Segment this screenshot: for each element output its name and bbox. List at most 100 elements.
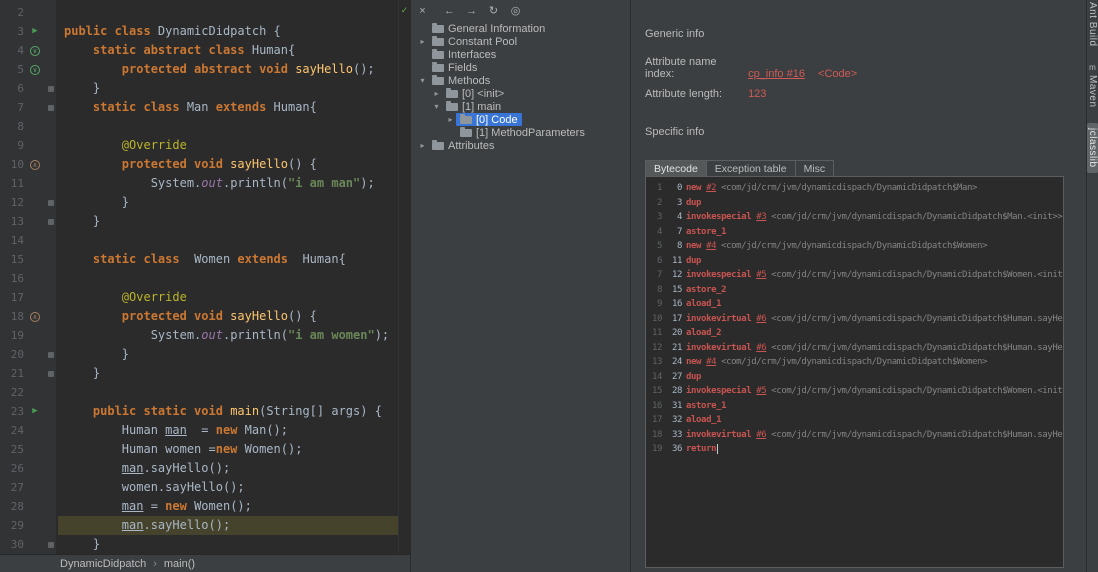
code-line-24[interactable]: 24 Human man = new Man(); [0, 421, 399, 440]
fold-marker[interactable] [48, 86, 54, 92]
code-line-13[interactable]: 13 } [0, 212, 399, 231]
tree-item-content[interactable]: [0] Code [456, 113, 522, 126]
fold-marker[interactable] [48, 371, 54, 377]
chevron-closed-icon[interactable]: ▸ [431, 89, 442, 98]
fold-marker[interactable] [48, 352, 54, 358]
code-line-2[interactable]: 2 [0, 3, 399, 22]
impl-gutter-icon[interactable]: ∨ [30, 46, 40, 56]
constant-pool-link[interactable]: #5 [756, 270, 766, 280]
bytecode-mnemonic[interactable]: invokespecial [686, 212, 751, 222]
run-gutter-icon[interactable]: ▶ [32, 22, 37, 41]
constant-pool-link[interactable]: #6 [756, 343, 766, 353]
bytecode-line-17[interactable]: 1732aload_1 [652, 413, 1063, 428]
close-icon[interactable]: × [416, 5, 429, 17]
tab-exception-table[interactable]: Exception table [706, 160, 796, 176]
bytecode-mnemonic[interactable]: dup [686, 256, 701, 266]
code-line-23[interactable]: 23▶ public static void main(String[] arg… [0, 402, 399, 421]
bytecode-line-15[interactable]: 1528invokespecial#5<com/jd/crm/jvm/dynam… [652, 384, 1063, 399]
breadcrumb-method[interactable]: main() [164, 558, 195, 570]
bytecode-line-9[interactable]: 916aload_1 [652, 297, 1063, 312]
bytecode-line-2[interactable]: 23dup [652, 196, 1063, 211]
code-line-12[interactable]: 12 } [0, 193, 399, 212]
code-line-20[interactable]: 20 } [0, 345, 399, 364]
tree-item-methods[interactable]: ▾Methods [411, 74, 630, 87]
tree-item-attributes[interactable]: ▸Attributes [411, 139, 630, 152]
chevron-closed-icon[interactable]: ▸ [417, 141, 428, 150]
code-line-30[interactable]: 30 } [0, 535, 399, 554]
tree-item-general-information[interactable]: General Information [411, 22, 630, 35]
code-line-11[interactable]: 11 System.out.println("i am man"); [0, 174, 399, 193]
code-line-17[interactable]: 17 @Override [0, 288, 399, 307]
bytecode-line-16[interactable]: 1631astore_1 [652, 399, 1063, 414]
constant-pool-link[interactable]: #3 [756, 212, 766, 222]
code-line-25[interactable]: 25 Human women =new Women(); [0, 440, 399, 459]
bytecode-line-8[interactable]: 815astore_2 [652, 283, 1063, 298]
back-icon[interactable]: ← [443, 5, 456, 17]
constant-pool-link[interactable]: #6 [756, 430, 766, 440]
editor-scrollbar[interactable]: ✓ [398, 0, 410, 555]
bytecode-line-12[interactable]: 1221invokevirtual#6<com/jd/crm/jvm/dynam… [652, 341, 1063, 356]
fold-marker[interactable] [48, 542, 54, 548]
code-line-10[interactable]: 10∧ protected void sayHello() { [0, 155, 399, 174]
bytecode-mnemonic[interactable]: new [686, 357, 701, 367]
refresh-icon[interactable]: ↻ [487, 4, 500, 17]
tree-item-1-main[interactable]: ▾[1] main [411, 100, 630, 113]
code-line-6[interactable]: 6 } [0, 79, 399, 98]
code-line-15[interactable]: 15 static class Women extends Human{ [0, 250, 399, 269]
constant-pool-link[interactable]: #5 [756, 386, 766, 396]
bytecode-mnemonic[interactable]: invokevirtual [686, 430, 751, 440]
code-line-26[interactable]: 26 man.sayHello(); [0, 459, 399, 478]
bytecode-line-1[interactable]: 10new#2<com/jd/crm/jvm/dynamicdispach/Dy… [652, 181, 1063, 196]
code-line-7[interactable]: 7 static class Man extends Human{ [0, 98, 399, 117]
tree-item-0-code[interactable]: ▸[0] Code [411, 113, 630, 126]
tree-item-constant-pool[interactable]: ▸Constant Pool [411, 35, 630, 48]
bytecode-line-14[interactable]: 1427dup [652, 370, 1063, 385]
bytecode-mnemonic[interactable]: new [686, 183, 701, 193]
bytecode-mnemonic[interactable]: invokevirtual [686, 314, 751, 324]
bytecode-mnemonic[interactable]: aload_1 [686, 415, 721, 425]
bytecode-mnemonic[interactable]: astore_2 [686, 285, 726, 295]
override-gutter-icon[interactable]: ∧ [30, 160, 40, 170]
tool-button-jclasslib[interactable]: jclasslib [1087, 123, 1098, 173]
code-editor[interactable]: 23▶public class DynamicDidpatch {4∨ stat… [0, 0, 399, 555]
constant-pool-link[interactable]: #4 [706, 241, 716, 251]
code-line-8[interactable]: 8 [0, 117, 399, 136]
code-line-29[interactable]: 29 man.sayHello(); [0, 516, 399, 535]
bytecode-line-11[interactable]: 1120aload_2 [652, 326, 1063, 341]
chevron-open-icon[interactable]: ▾ [431, 102, 442, 111]
tree-item-interfaces[interactable]: Interfaces [411, 48, 630, 61]
run-gutter-icon[interactable]: ▶ [32, 402, 37, 421]
tree-item-content[interactable]: Methods [428, 74, 494, 87]
bytecode-line-5[interactable]: 58new#4<com/jd/crm/jvm/dynamicdispach/Dy… [652, 239, 1063, 254]
fold-marker[interactable] [48, 219, 54, 225]
code-line-9[interactable]: 9 @Override [0, 136, 399, 155]
locate-icon[interactable]: ◎ [509, 4, 522, 17]
tree-item-content[interactable]: [1] main [442, 100, 505, 113]
bytecode-mnemonic[interactable]: invokevirtual [686, 343, 751, 353]
bytecode-line-19[interactable]: 1936return [652, 442, 1063, 457]
code-line-14[interactable]: 14 [0, 231, 399, 250]
fold-marker[interactable] [48, 200, 54, 206]
tree-item-content[interactable]: [0] <init> [442, 87, 508, 100]
bytecode-line-4[interactable]: 47astore_1 [652, 225, 1063, 240]
code-line-21[interactable]: 21 } [0, 364, 399, 383]
tool-button-ant-build[interactable]: Ant Build [1087, 2, 1098, 47]
bytecode-line-3[interactable]: 34invokespecial#3<com/jd/crm/jvm/dynamic… [652, 210, 1063, 225]
bytecode-mnemonic[interactable]: aload_1 [686, 299, 721, 309]
bytecode-line-13[interactable]: 1324new#4<com/jd/crm/jvm/dynamicdispach/… [652, 355, 1063, 370]
impl-gutter-icon[interactable]: ∨ [30, 65, 40, 75]
code-line-28[interactable]: 28 man = new Women(); [0, 497, 399, 516]
bytecode-line-7[interactable]: 712invokespecial#5<com/jd/crm/jvm/dynami… [652, 268, 1063, 283]
chevron-open-icon[interactable]: ▾ [417, 76, 428, 85]
forward-icon[interactable]: → [465, 5, 478, 17]
tab-bytecode[interactable]: Bytecode [645, 160, 707, 176]
tree-item-content[interactable]: Attributes [428, 139, 498, 152]
tree-item-0-init[interactable]: ▸[0] <init> [411, 87, 630, 100]
code-line-18[interactable]: 18∧ protected void sayHello() { [0, 307, 399, 326]
bytecode-mnemonic[interactable]: return [686, 444, 716, 454]
bytecode-line-6[interactable]: 611dup [652, 254, 1063, 269]
tree-item-content[interactable]: [1] MethodParameters [456, 126, 589, 139]
code-line-16[interactable]: 16 [0, 269, 399, 288]
breadcrumb-class[interactable]: DynamicDidpatch [60, 558, 146, 570]
code-line-3[interactable]: 3▶public class DynamicDidpatch { [0, 22, 399, 41]
